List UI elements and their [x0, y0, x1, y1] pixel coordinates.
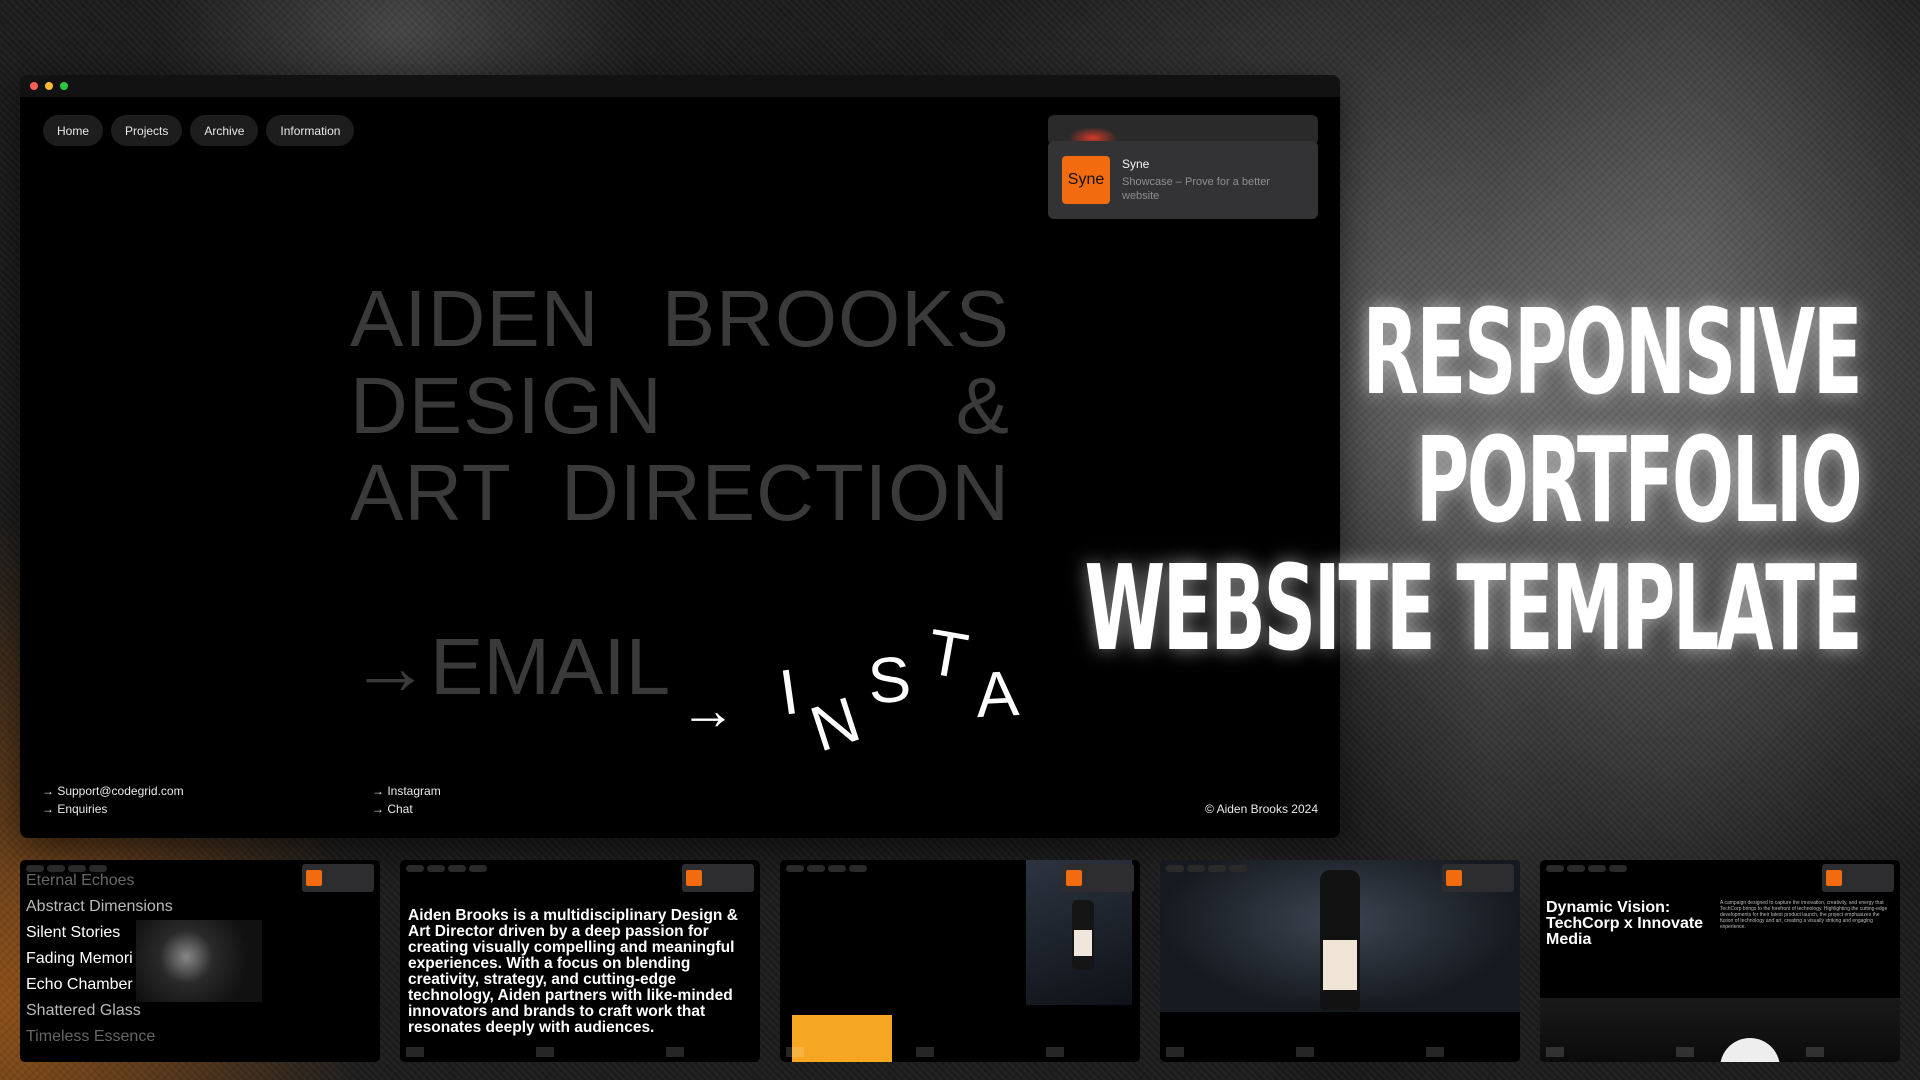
headline-line: RESPONSIVE	[1362, 283, 1862, 421]
insta-letter: I	[775, 655, 803, 729]
email-link[interactable]: →EMAIL	[350, 623, 670, 710]
syne-logo: Syne	[1062, 156, 1110, 204]
project-preview-image	[136, 920, 262, 1002]
chat-link[interactable]: → Chat	[372, 800, 441, 818]
case-study-title: Dynamic Vision: TechCorp x Innovate Medi…	[1546, 899, 1704, 948]
list-item[interactable]: Timeless Essence	[26, 1024, 173, 1050]
mini-footer	[786, 1047, 1134, 1057]
mini-notification	[1442, 864, 1514, 892]
insta-link[interactable]: → I N S T A	[680, 605, 1040, 765]
hero-word: BROOKS	[661, 274, 1010, 363]
case-study-description: A campaign designed to capture the innov…	[1720, 900, 1888, 930]
site-nav: Home Projects Archive Information	[43, 115, 355, 146]
list-item[interactable]: Eternal Echoes	[26, 868, 173, 894]
mini-nav	[406, 865, 487, 872]
mini-nav	[1546, 865, 1627, 872]
insta-letter: S	[865, 642, 914, 718]
thumb-case-study[interactable]: Dynamic Vision: TechCorp x Innovate Medi…	[1540, 860, 1900, 1062]
mini-notification	[1062, 864, 1134, 892]
nav-projects[interactable]: Projects	[111, 115, 183, 146]
hero-word: AIDEN	[350, 274, 600, 363]
hero-text: AIDEN BROOKS DESIGN & ART DIRECTION	[350, 275, 1010, 536]
hero-line-3: ART DIRECTION	[350, 449, 1010, 536]
notification-subtitle: Showcase – Prove for a better website	[1122, 176, 1270, 202]
mini-notification	[302, 864, 374, 892]
insta-letter: A	[974, 656, 1021, 732]
hero-line-1: AIDEN BROOKS	[350, 275, 1010, 362]
notification-title: Syne	[1122, 157, 1150, 171]
mini-footer	[1546, 1047, 1894, 1057]
thumb-product-shot[interactable]	[1160, 860, 1520, 1062]
thumb-project-detail[interactable]	[780, 860, 1140, 1062]
instagram-link[interactable]: → Instagram	[372, 782, 441, 800]
nav-information[interactable]: Information	[266, 115, 355, 146]
notification-stack: Syne Syne Showcase – Prove for a better …	[1048, 115, 1318, 219]
bio-text: Aiden Brooks is a multidisciplinary Desi…	[408, 907, 738, 1036]
headline-line: PORTFOLIO	[1415, 411, 1862, 549]
mini-notification	[1822, 864, 1894, 892]
hero-word: DESIGN	[350, 361, 663, 450]
promo-headline: RESPONSIVE PORTFOLIO WEBSITE TEMPLATE	[1084, 283, 1862, 677]
mini-nav	[786, 865, 867, 872]
thumb-about[interactable]: Aiden Brooks is a multidisciplinary Desi…	[400, 860, 760, 1062]
close-dot[interactable]	[30, 82, 38, 90]
hero-word: DIRECTION	[561, 448, 1010, 537]
footer-contact: → Support@codegrid.com → Enquiries	[42, 782, 184, 818]
hero-line-2: DESIGN &	[350, 362, 1010, 449]
hero-word: &	[955, 361, 1010, 450]
insta-letter: N	[802, 682, 869, 766]
mini-notification	[682, 864, 754, 892]
notification-card[interactable]: Syne Syne Showcase – Prove for a better …	[1048, 141, 1318, 219]
copyright: © Aiden Brooks 2024	[1205, 802, 1318, 816]
mini-nav	[1166, 865, 1247, 872]
mini-footer	[406, 1047, 754, 1057]
list-item[interactable]: Abstract Dimensions	[26, 894, 173, 920]
mini-footer	[1166, 1047, 1514, 1057]
nav-home[interactable]: Home	[43, 115, 104, 146]
thumb-projects-list[interactable]: Eternal Echoes Abstract Dimensions Silen…	[20, 860, 380, 1062]
window-titlebar	[20, 75, 1340, 97]
hero-word: ART	[350, 448, 512, 537]
arrow-right-icon: →	[680, 678, 736, 741]
support-email-link[interactable]: → Support@codegrid.com	[42, 782, 184, 800]
enquiries-link[interactable]: → Enquiries	[42, 800, 184, 818]
headline-line: WEBSITE TEMPLATE	[1084, 539, 1862, 677]
maximize-dot[interactable]	[60, 82, 68, 90]
footer-social: → Instagram → Chat	[372, 782, 441, 818]
minimize-dot[interactable]	[45, 82, 53, 90]
nav-archive[interactable]: Archive	[190, 115, 259, 146]
insta-letter: T	[922, 615, 974, 693]
